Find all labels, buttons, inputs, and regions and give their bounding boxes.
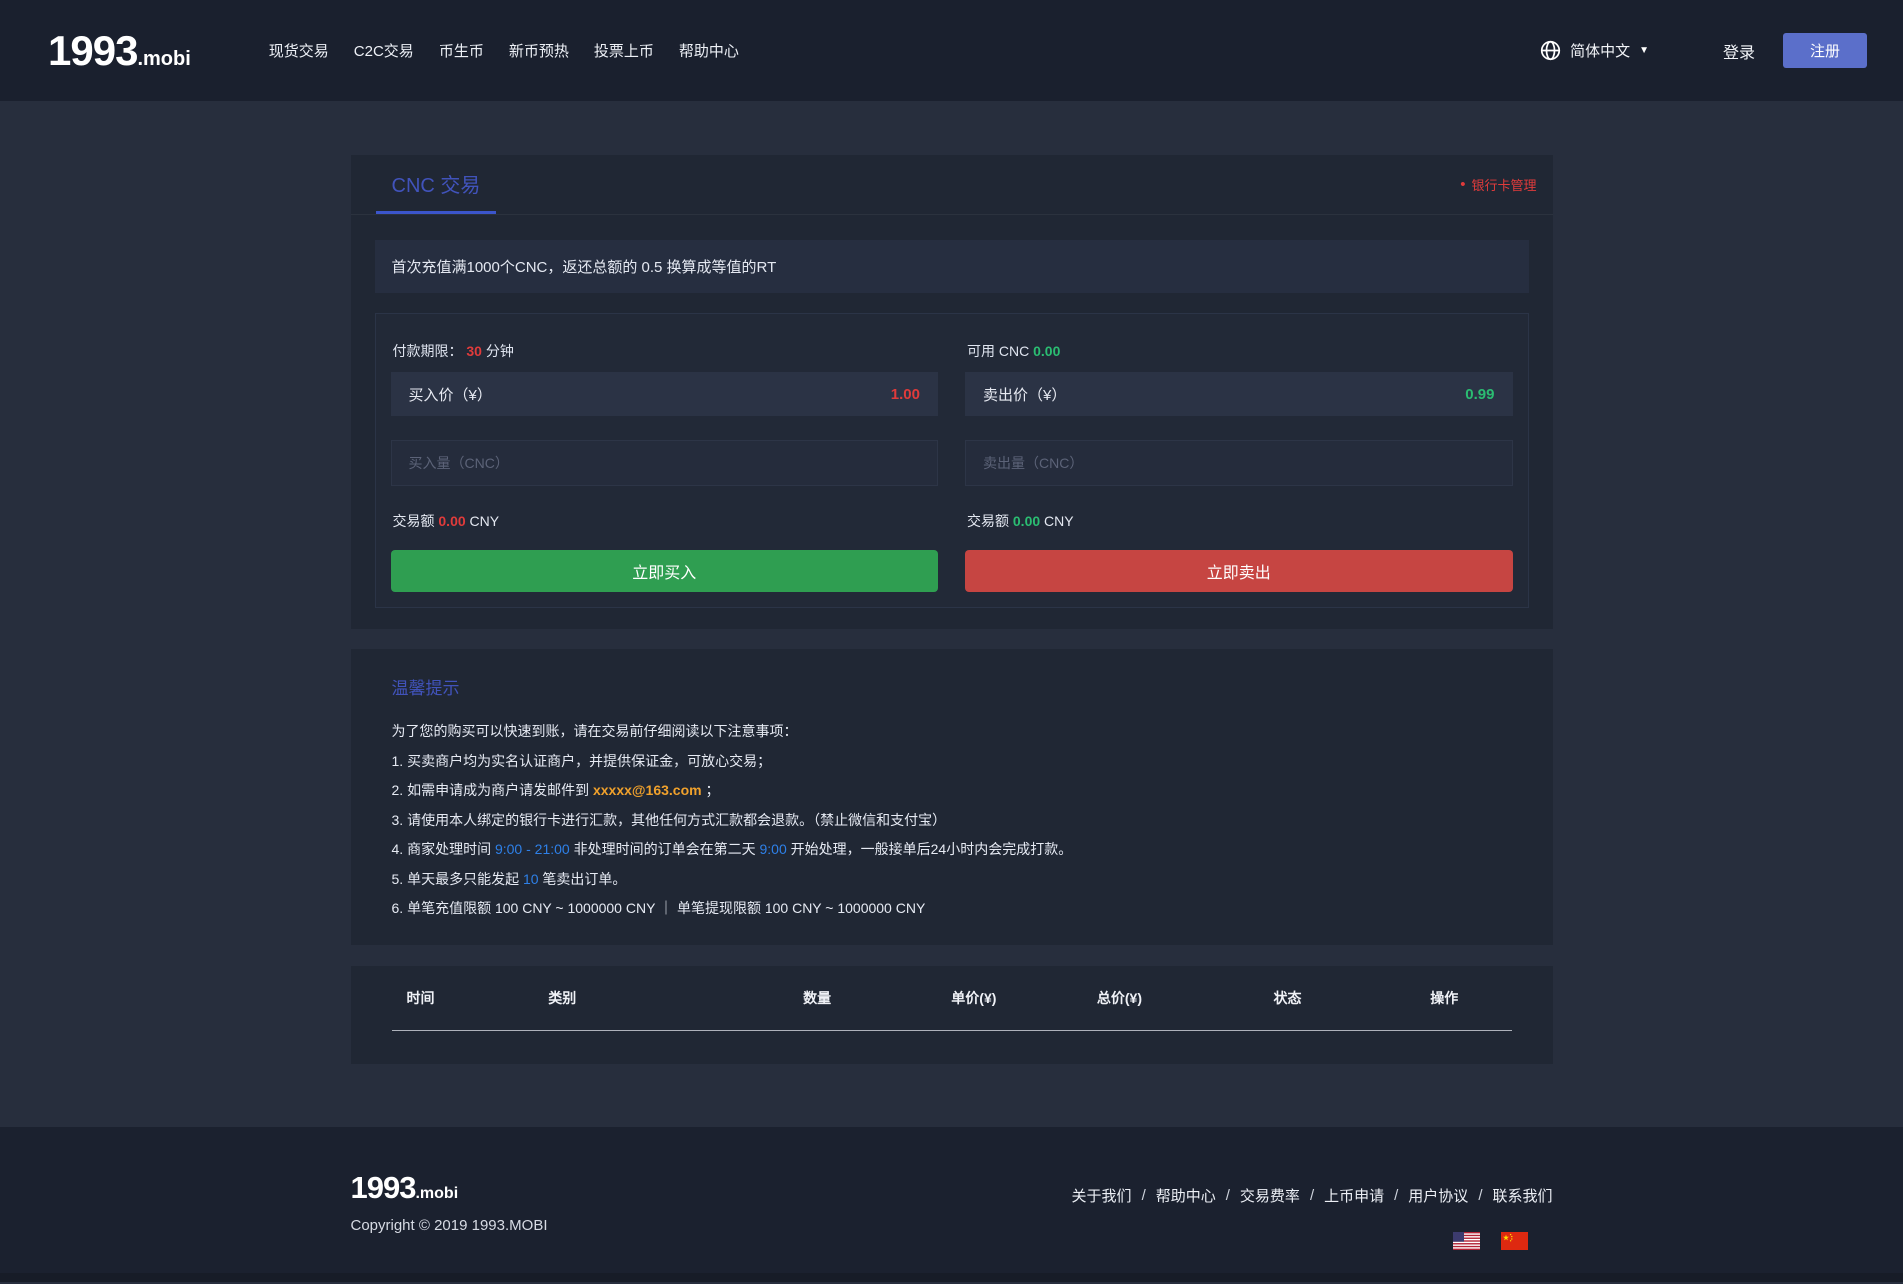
trade-panel: 付款期限： 30 分钟 买入价（¥） 1.00 交易额 0.00 CNY 立即买 [374,313,1529,608]
tips-line-2: 2. 如需申请成为商户请发邮件到 xxxxx@163.com ； [391,782,720,798]
trade-card-header: CNC 交易 • 银行卡管理 [350,155,1553,215]
red-bullet-icon: • [1460,176,1466,193]
sell-total-label: 交易额 [967,513,1009,529]
buy-total-unit: CNY [469,513,500,529]
buy-price-value: 1.00 [890,385,920,403]
copyright-text: Copyright © 2019 1993.MOBI [350,1216,548,1234]
nav-item-spot-trade[interactable]: 现货交易 [269,40,329,61]
link-separator: / [1309,1186,1315,1204]
column-unit-price: 单价(¥) [951,989,997,1006]
link-separator: / [1394,1186,1399,1204]
available-balance: 可用 CNC 0.00 [967,341,1513,359]
footer-left: 1993 .mobi Copyright © 2019 1993.MOBI [351,1172,548,1250]
footer-link-fees[interactable]: 交易费率 [1240,1185,1300,1206]
payment-deadline: 付款期限： 30 分钟 [393,341,939,359]
sell-amount-input[interactable] [965,440,1513,486]
nav-item-c2c-trade[interactable]: C2C交易 [354,40,414,61]
navbar-right: 简体中文 ▼ 登录 注册 [1540,33,1867,68]
sell-price-value: 0.99 [1465,385,1495,403]
nav-item-vote-listing[interactable]: 投票上币 [594,40,654,61]
footer-links: 关于我们 / 帮助中心 / 交易费率 / 上币申请 / 用户协议 / 联系我们 [1072,1185,1553,1206]
buy-total-label: 交易额 [392,513,435,529]
login-link[interactable]: 登录 [1723,39,1755,63]
buy-price-row: 买入价（¥） 1.00 [390,372,938,416]
brand-logo[interactable]: 1993 .mobi [48,26,191,74]
footer: 1993 .mobi Copyright © 2019 1993.MOBI 关于我… [0,1126,1903,1282]
sell-total-unit: CNY [1044,513,1074,529]
register-button[interactable]: 注册 [1783,33,1867,68]
buy-total-value: 0.00 [438,513,466,529]
tips-line-4: 4. 商家处理时间 9:00 - 21:00 非处理时间的订单会在第二天 9:0… [391,841,1073,857]
footer-brand-logo[interactable]: 1993 .mobi [351,1172,548,1203]
buy-price-label: 买入价（¥） [408,386,492,404]
chevron-down-icon: ▼ [1639,45,1649,56]
tips-line-6: 6. 单笔充值限额 100 CNY ~ 1000000 CNY ｜ 单笔提现限额… [391,900,926,916]
buy-column: 付款期限： 30 分钟 买入价（¥） 1.00 交易额 0.00 CNY 立即买 [390,341,939,592]
column-status: 状态 [1273,989,1302,1006]
promo-notice: 首次充值满1000个CNC，返还总额的 0.5 换算成等值的RT [374,240,1529,293]
orders-card: 时间 类别 数量 单价(¥) 总价(¥) 状态 操作 [350,965,1553,1064]
footer-link-contact[interactable]: 联系我们 [1492,1185,1552,1206]
sell-total-row: 交易额 0.00 CNY [967,511,1513,531]
sell-price-label: 卖出价（¥） [983,386,1067,404]
footer-right: 关于我们 / 帮助中心 / 交易费率 / 上币申请 / 用户协议 / 联系我们 [1072,1172,1553,1250]
cn-flag-icon[interactable] [1500,1231,1528,1250]
buy-total-row: 交易额 0.00 CNY [393,511,939,531]
footer-link-user-agreement[interactable]: 用户协议 [1408,1185,1468,1206]
buy-amount-input[interactable] [390,440,938,486]
merchant-email: xxxxx@163.com [592,782,702,798]
next-day-start-time: 9:00 [759,841,787,857]
main-nav: 现货交易 C2C交易 币生币 新币预热 投票上币 帮助中心 [269,40,1540,61]
language-label: 简体中文 [1570,43,1631,60]
sell-total-value: 0.00 [1012,513,1041,529]
sell-now-button[interactable]: 立即卖出 [965,550,1513,592]
tips-line-3: 3. 请使用本人绑定的银行卡进行汇款，其他任何方式汇款都会退款。（禁止微信和支付… [391,811,947,828]
nav-item-new-coin-preheat[interactable]: 新币预热 [509,40,569,61]
footer-link-about[interactable]: 关于我们 [1072,1185,1132,1206]
daily-order-limit: 10 [522,870,539,887]
column-amount: 数量 [803,989,832,1006]
column-type: 类别 [548,989,577,1006]
sell-price-row: 卖出价（¥） 0.99 [965,372,1513,416]
brand-logo-small: .mobi [137,47,191,70]
available-value: 0.00 [1033,343,1061,359]
language-selector[interactable]: 简体中文 ▼ [1540,40,1649,61]
tips-line-1: 1. 买卖商户均为实名认证商户，并提供保证金，可放心交易； [391,752,772,769]
tips-line-5: 5. 单天最多只能发起 10 笔卖出订单。 [391,870,627,887]
column-time: 时间 [406,989,435,1006]
tips-card: 温馨提示 为了您的购买可以快速到账，请在交易前仔细阅读以下注意事项： 1. 买卖… [350,649,1553,945]
link-separator: / [1478,1186,1483,1204]
nav-item-coin-earn[interactable]: 币生币 [439,40,484,61]
brand-logo-big: 1993 [48,26,138,74]
buy-now-button[interactable]: 立即买入 [390,550,938,592]
column-total-price: 总价(¥) [1096,989,1143,1006]
footer-link-listing-apply[interactable]: 上币申请 [1324,1185,1384,1206]
trade-card: CNC 交易 • 银行卡管理 首次充值满1000个CNC，返还总额的 0.5 换算… [350,155,1553,629]
bank-card-manage-label: 银行卡管理 [1471,178,1537,193]
footer-link-help[interactable]: 帮助中心 [1156,1185,1216,1206]
globe-icon [1540,40,1561,61]
link-separator: / [1141,1186,1146,1204]
service-hours: 9:00 - 21:00 [494,841,570,857]
deadline-value: 30 [466,343,482,359]
deadline-unit: 分钟 [485,343,514,359]
tips-intro: 为了您的购买可以快速到账，请在交易前仔细阅读以下注意事项： [391,723,798,739]
bank-card-manage-link[interactable]: • 银行卡管理 [1460,155,1536,214]
available-label: 可用 CNC [967,343,1030,359]
column-action: 操作 [1430,989,1459,1006]
footer-bottom-strip [0,1272,1903,1282]
main-content: CNC 交易 • 银行卡管理 首次充值满1000个CNC，返还总额的 0.5 换算… [0,101,1903,1064]
tab-cnc-trade[interactable]: CNC 交易 [375,155,497,214]
link-separator: / [1225,1186,1230,1204]
orders-table-header: 时间 类别 数量 单价(¥) 总价(¥) 状态 操作 [392,966,1512,1030]
tips-title: 温馨提示 [391,679,460,698]
us-flag-icon[interactable] [1452,1231,1480,1250]
language-flags [1072,1231,1553,1250]
deadline-label: 付款期限： [392,343,463,359]
nav-item-help-center[interactable]: 帮助中心 [679,40,739,61]
top-navbar: 1993 .mobi 现货交易 C2C交易 币生币 新币预热 投票上币 帮助中心 … [0,0,1903,101]
orders-table-empty-body [392,1031,1512,1064]
sell-column: 可用 CNC 0.00 卖出价（¥） 0.99 交易额 0.00 CNY 立即卖… [965,341,1513,592]
